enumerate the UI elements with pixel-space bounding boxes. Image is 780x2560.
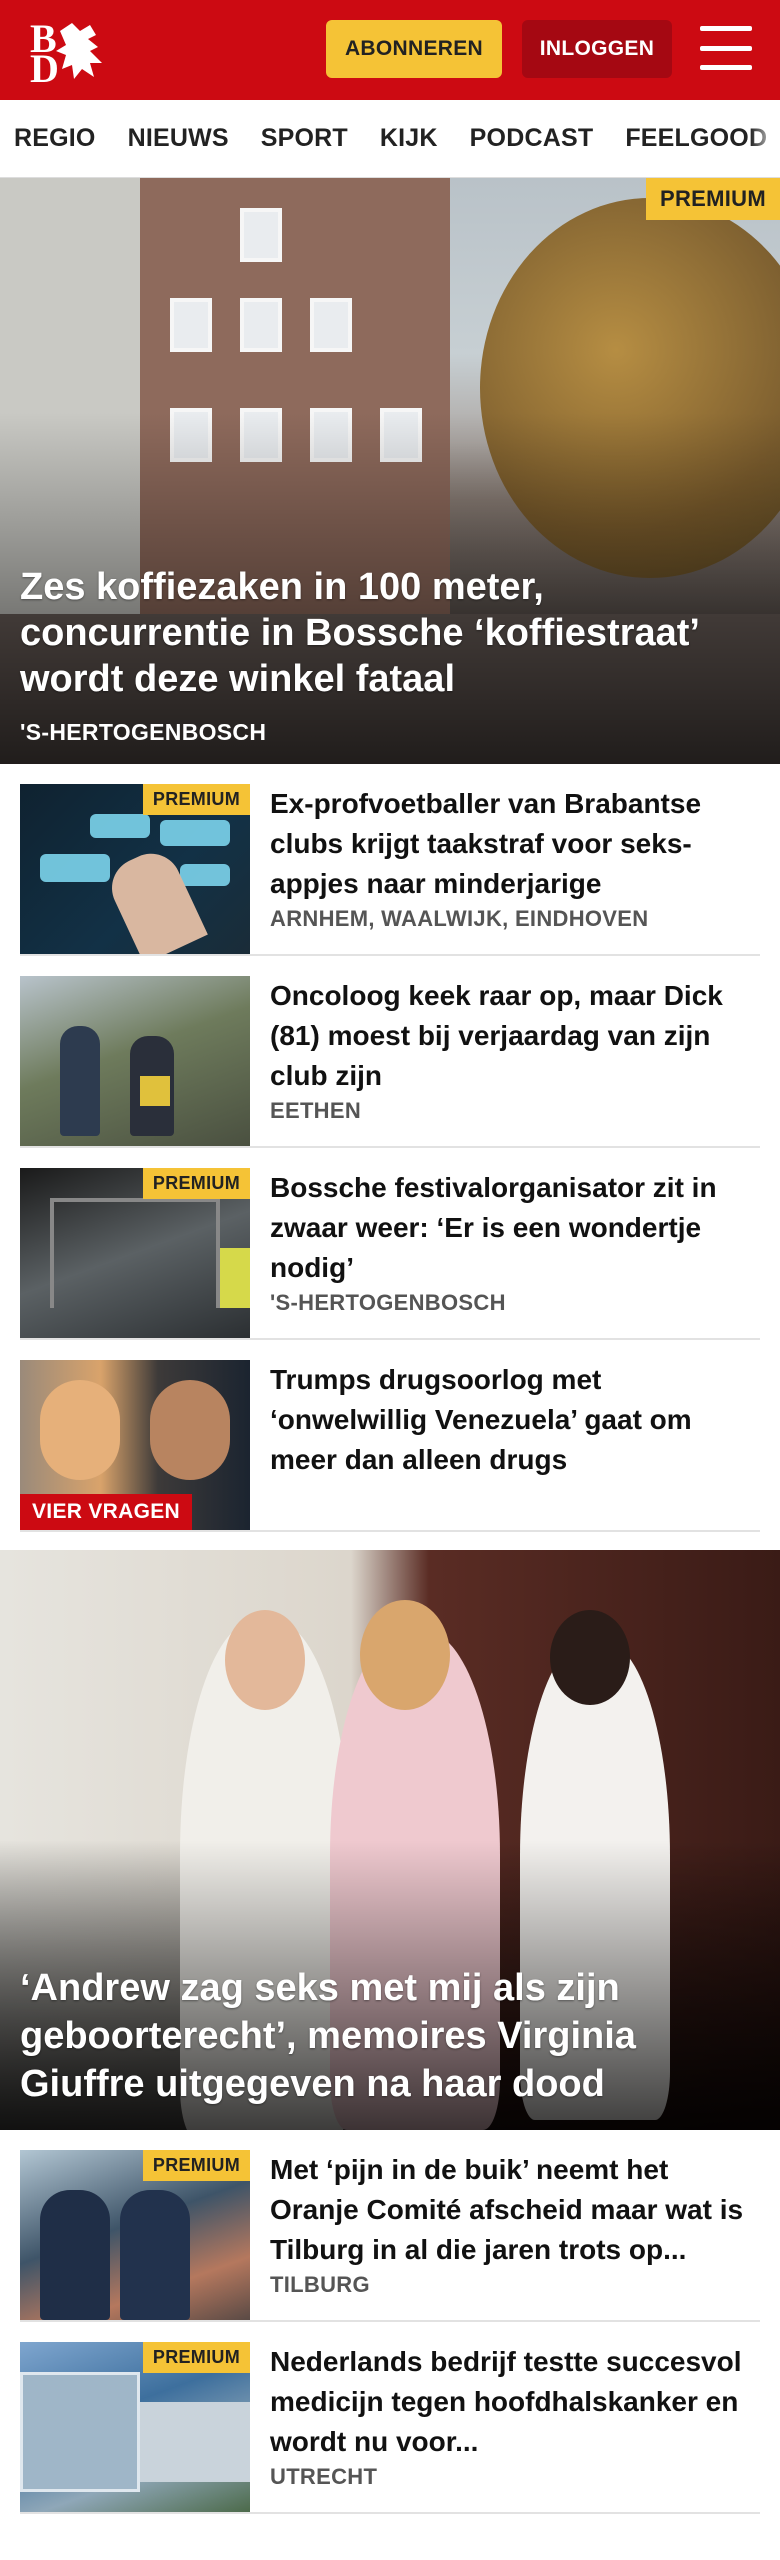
list-item[interactable]: PREMIUM Bossche festivalorganisator zit …	[20, 1148, 760, 1340]
login-button[interactable]: INLOGGEN	[522, 20, 672, 78]
article-title[interactable]: Ex-profvoetballer van Brabantse clubs kr…	[270, 784, 760, 904]
nav-item-nieuws[interactable]: NIEUWS	[128, 124, 229, 153]
article-thumbnail: PREMIUM	[20, 2342, 250, 2512]
hero-title[interactable]: Zes koffiezaken in 100 meter, concurrent…	[20, 564, 760, 702]
nav-item-podcast[interactable]: PODCAST	[470, 124, 594, 153]
nav-item-regio[interactable]: REGIO	[14, 124, 96, 153]
list-item[interactable]: PREMIUM Nederlands bedrijf testte succes…	[20, 2322, 760, 2514]
article-thumbnail: VIER VRAGEN	[20, 1360, 250, 1530]
article-thumbnail: PREMIUM	[20, 2150, 250, 2320]
premium-badge: PREMIUM	[142, 2150, 250, 2181]
article-location: UTRECHT	[270, 2464, 378, 2489]
bd-logo[interactable]: B D	[22, 15, 114, 89]
hero-article[interactable]: PREMIUM Zes koffiezaken in 100 meter, co…	[0, 178, 780, 764]
subscribe-button[interactable]: ABONNEREN	[326, 20, 502, 78]
article-title[interactable]: Oncoloog keek raar op, maar Dick (81) mo…	[270, 976, 760, 1096]
list-item[interactable]: PREMIUM Met ‘pijn in de buik’ neemt het …	[20, 2130, 760, 2322]
section-nav: REGIO NIEUWS SPORT KIJK PODCAST FEELGOOD	[0, 100, 780, 178]
article-thumbnail: PREMIUM	[20, 1168, 250, 1338]
article-thumbnail	[20, 976, 250, 1146]
article-thumbnail: PREMIUM	[20, 784, 250, 954]
menu-icon[interactable]	[700, 26, 752, 70]
article-location: ARNHEM, WAALWIJK, EINDHOVEN	[270, 906, 649, 931]
top-bar: B D ABONNEREN INLOGGEN	[0, 0, 780, 100]
list-item[interactable]: Oncoloog keek raar op, maar Dick (81) mo…	[20, 956, 760, 1148]
hero2-title[interactable]: ‘Andrew zag seks met mij als zijn geboor…	[20, 1964, 760, 2108]
nav-item-kijk[interactable]: KIJK	[380, 124, 438, 153]
article-title[interactable]: Met ‘pijn in de buik’ neemt het Oranje C…	[270, 2150, 760, 2270]
premium-badge: PREMIUM	[142, 2342, 250, 2373]
premium-badge: PREMIUM	[142, 784, 250, 815]
article-list-2: PREMIUM Met ‘pijn in de buik’ neemt het …	[0, 2130, 780, 2514]
article-list: PREMIUM Ex-profvoetballer van Brabantse …	[0, 764, 780, 1532]
list-item[interactable]: VIER VRAGEN Trumps drugsoorlog met ‘onwe…	[20, 1340, 760, 1532]
nav-item-feelgood[interactable]: FEELGOOD	[625, 124, 767, 153]
article-location: 'S-HERTOGENBOSCH	[270, 1290, 506, 1315]
vier-vragen-label: VIER VRAGEN	[20, 1494, 192, 1530]
article-title[interactable]: Nederlands bedrijf testte succesvol medi…	[270, 2342, 760, 2462]
article-location: TILBURG	[270, 2272, 370, 2297]
nav-item-sport[interactable]: SPORT	[261, 124, 348, 153]
hero-article-2[interactable]: ‘Andrew zag seks met mij als zijn geboor…	[0, 1550, 780, 2130]
hero-location: 'S-HERTOGENBOSCH	[20, 719, 267, 745]
nav-fade	[750, 100, 780, 177]
premium-badge: PREMIUM	[142, 1168, 250, 1199]
article-title[interactable]: Bossche festivalorganisator zit in zwaar…	[270, 1168, 760, 1288]
list-item[interactable]: PREMIUM Ex-profvoetballer van Brabantse …	[20, 764, 760, 956]
lion-icon	[56, 23, 102, 79]
premium-badge: PREMIUM	[646, 178, 780, 220]
article-title[interactable]: Trumps drugsoorlog met ‘onwelwillig Vene…	[270, 1360, 760, 1480]
article-location: EETHEN	[270, 1098, 362, 1123]
